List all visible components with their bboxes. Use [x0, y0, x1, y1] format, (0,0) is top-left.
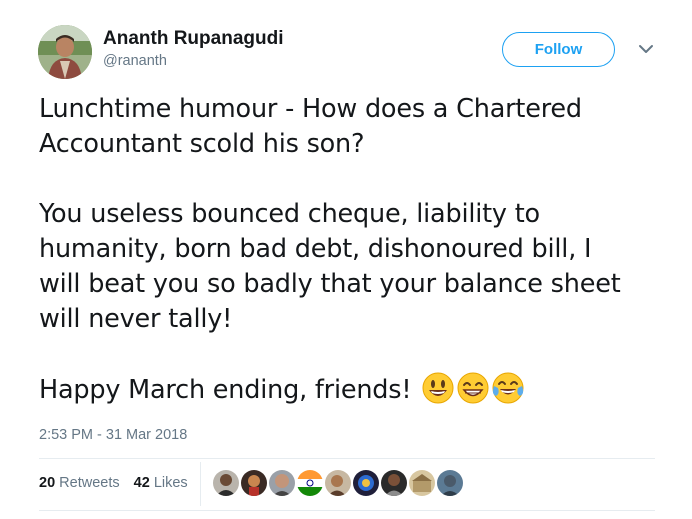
grinning-emoji-icon [457, 372, 489, 404]
tweet-line [39, 162, 669, 197]
divider [39, 510, 655, 511]
avatar-image [38, 25, 92, 79]
liker-avatar[interactable] [268, 469, 296, 497]
avatar[interactable] [38, 25, 92, 79]
tweet-card: Ananth Rupanagudi @rananth Follow Luncht… [0, 0, 692, 519]
smiley-emoji-icon [422, 372, 454, 404]
likes-label: Likes [153, 475, 188, 491]
tweet-line: You useless bounced cheque, liability to [39, 199, 540, 229]
follow-button[interactable]: Follow [502, 32, 615, 67]
tweet-line: Lunchtime humour - How does a Chartered [39, 94, 582, 124]
tears-of-joy-emoji-icon [492, 372, 524, 404]
likes-stat[interactable]: 42 Likes [134, 475, 188, 491]
liker-avatar[interactable] [408, 469, 436, 497]
tweet-line: humanity, born bad debt, dishonoured bil… [39, 234, 592, 264]
liker-avatar[interactable] [380, 469, 408, 497]
liker-avatar[interactable] [324, 469, 352, 497]
likes-count: 42 [133, 475, 150, 491]
divider [39, 458, 655, 459]
user-handle[interactable]: @rananth [103, 53, 167, 69]
liker-avatar[interactable] [352, 469, 380, 497]
liker-avatars [212, 469, 464, 497]
retweets-stat[interactable]: 20 Retweets [39, 475, 120, 491]
tweet-line: Happy March ending, friends! [39, 375, 412, 405]
liker-avatar[interactable] [436, 469, 464, 497]
tweet-line: will beat you so badly that your balance… [39, 269, 621, 299]
tweet-stats: 20 Retweets 42 Likes [39, 475, 188, 491]
tweet-text: Lunchtime humour - How does a Chartered … [39, 92, 669, 408]
retweets-label: Retweets [59, 475, 120, 491]
chevron-down-icon[interactable] [637, 40, 655, 58]
tweet-line: will never tally! [39, 304, 233, 334]
liker-avatar[interactable] [240, 469, 268, 497]
tweet-line: Accountant scold his son? [39, 129, 365, 159]
tweet-last-line: Happy March ending, friends! [39, 372, 669, 408]
tweet-line [39, 337, 669, 372]
tweet-timestamp[interactable]: 2:53 PM - 31 Mar 2018 [39, 427, 187, 443]
user-display-name[interactable]: Ananth Rupanagudi [103, 28, 283, 50]
stats-separator [200, 462, 201, 506]
liker-avatar[interactable] [296, 469, 324, 497]
liker-avatar[interactable] [212, 469, 240, 497]
retweets-count: 20 [39, 475, 56, 491]
